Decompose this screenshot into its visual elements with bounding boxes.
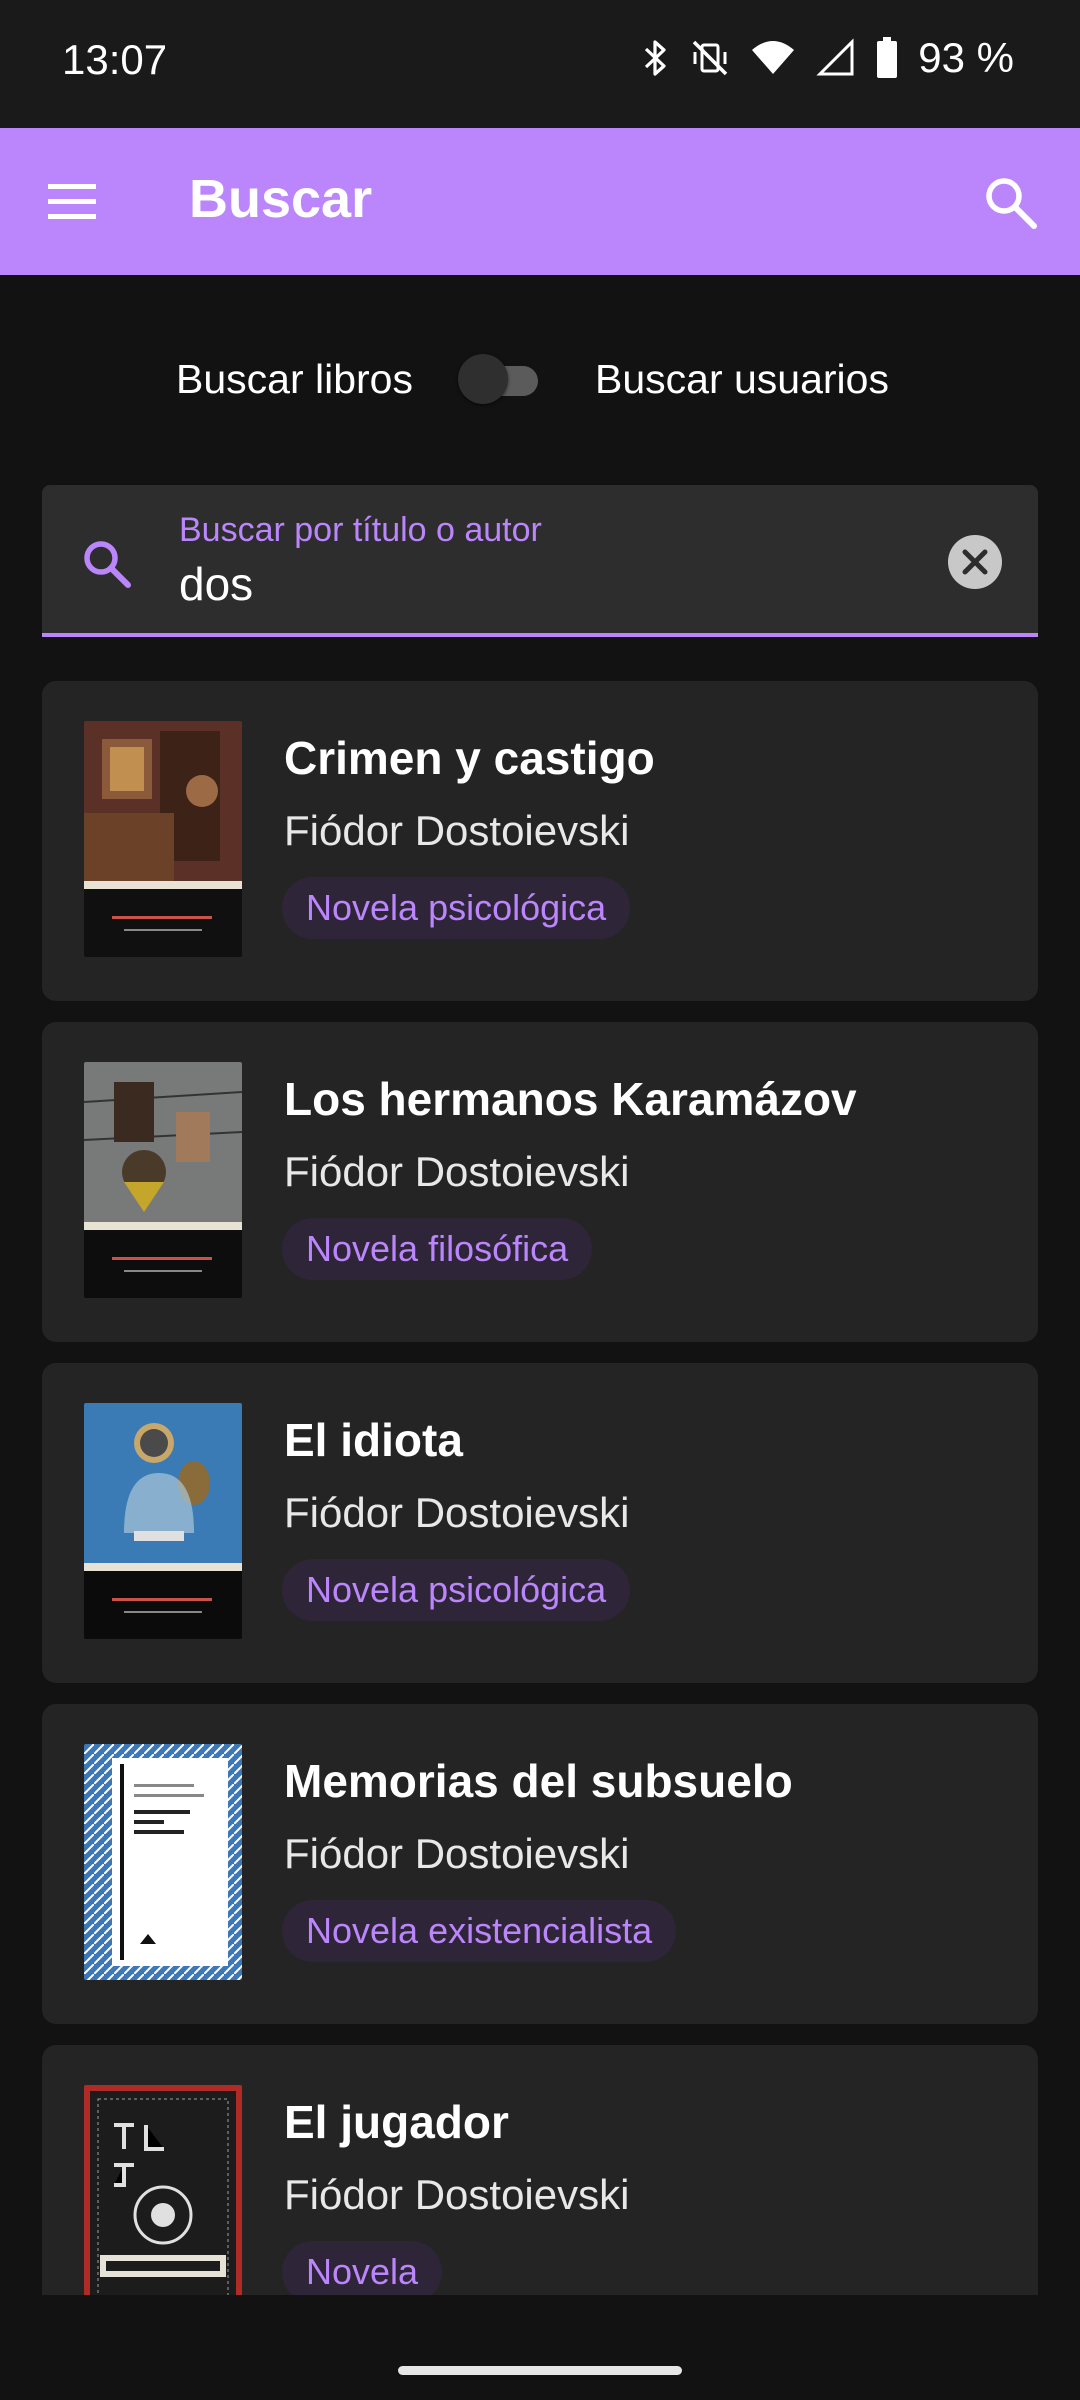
menu-icon[interactable] [44, 180, 100, 224]
book-card[interactable]: El jugador Fiódor Dostoievski Novela [42, 2045, 1038, 2295]
wifi-icon [752, 41, 795, 74]
book-title: Los hermanos Karamázov [284, 1073, 857, 1125]
search-books-label[interactable]: Buscar libros [176, 356, 413, 403]
results-list: Crimen y castigo Fiódor Dostoievski Nove… [42, 681, 1038, 2295]
genre-chip: Novela existencialista [282, 1900, 677, 1962]
clear-search-button[interactable] [948, 535, 1002, 589]
book-title: Memorias del subsuelo [284, 1755, 793, 1807]
book-card[interactable]: El idiota Fiódor Dostoievski Novela psic… [42, 1363, 1038, 1683]
book-author: Fiódor Dostoievski [284, 1830, 630, 1877]
search-icon [84, 541, 131, 588]
book-cover-image [84, 1062, 242, 1298]
search-field-label: Buscar por título o autor [179, 511, 542, 549]
book-card[interactable]: Crimen y castigo Fiódor Dostoievski Nove… [42, 681, 1038, 1001]
book-author: Fiódor Dostoievski [284, 807, 630, 854]
book-card[interactable]: Los hermanos Karamázov Fiódor Dostoievsk… [42, 1022, 1038, 1342]
search-icon[interactable] [980, 172, 1040, 232]
status-icons: 93 % [640, 34, 1014, 82]
book-cover-image [84, 2085, 242, 2295]
search-input[interactable] [179, 557, 939, 611]
signal-icon [816, 38, 854, 76]
genre-chip: Novela filosófica [282, 1218, 593, 1280]
search-mode-switch[interactable] [458, 354, 544, 406]
genre-chip: Novela [282, 2241, 443, 2295]
bluetooth-icon [645, 40, 666, 76]
battery-percentage: 93 % [918, 34, 1014, 81]
search-mode-toggle-row: Buscar libros Buscar usuarios [0, 346, 1080, 416]
book-card[interactable]: Memorias del subsuelo Fiódor Dostoievski… [42, 1704, 1038, 2024]
page-title: Buscar [189, 169, 373, 229]
book-title: Crimen y castigo [284, 732, 655, 784]
status-bar: 13:07 93 % [0, 0, 1080, 128]
book-cover-image [84, 721, 242, 957]
home-indicator[interactable] [398, 2366, 682, 2375]
book-author: Fiódor Dostoievski [284, 2171, 630, 2218]
app-bar: Buscar [0, 128, 1080, 275]
genre-chip: Novela psicológica [282, 877, 631, 939]
book-author: Fiódor Dostoievski [284, 1489, 630, 1536]
status-time: 13:07 [62, 36, 168, 83]
switch-thumb [458, 354, 508, 404]
close-icon [962, 549, 988, 575]
book-cover-image [84, 1744, 242, 1980]
book-author: Fiódor Dostoievski [284, 1148, 630, 1195]
book-title: El jugador [284, 2096, 509, 2148]
battery-icon [877, 37, 898, 78]
search-field[interactable]: Buscar por título o autor [42, 485, 1038, 637]
book-cover-image [84, 1403, 242, 1639]
book-title: El idiota [284, 1414, 463, 1466]
genre-chip: Novela psicológica [282, 1559, 631, 1621]
search-users-label[interactable]: Buscar usuarios [595, 356, 889, 403]
vibrate-off-icon [693, 40, 728, 76]
